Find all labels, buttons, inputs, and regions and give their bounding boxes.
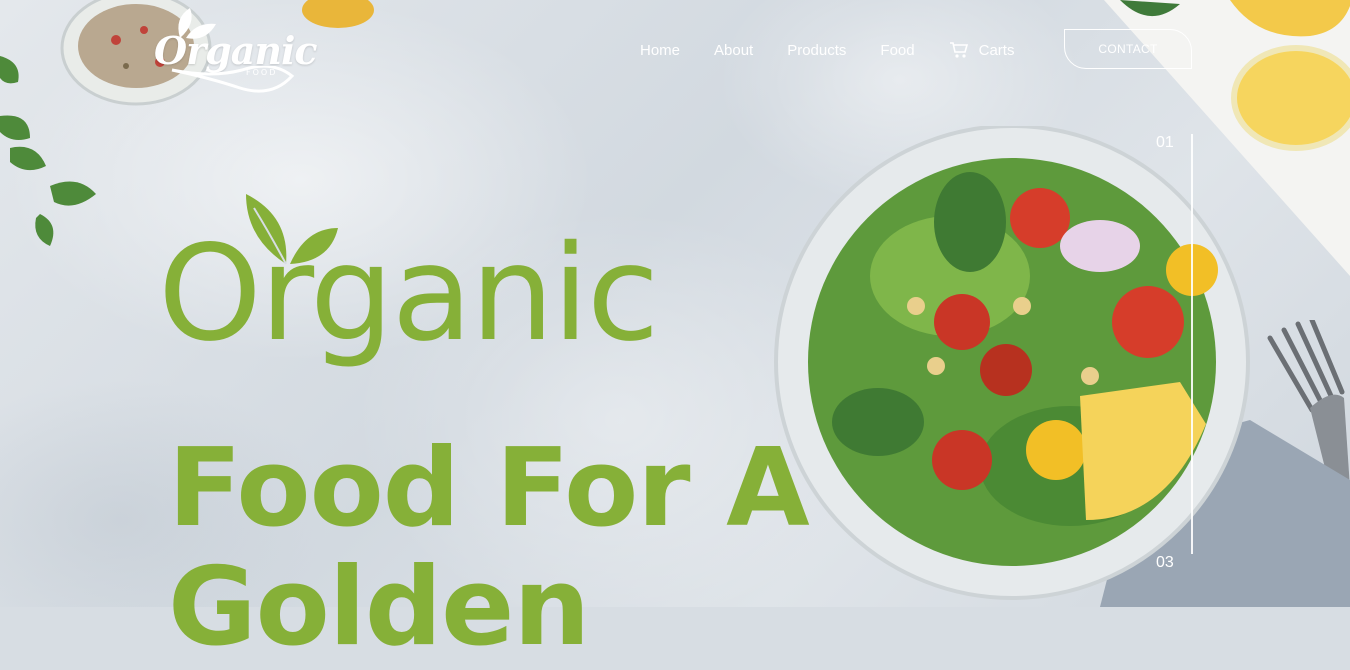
- nav-products[interactable]: Products: [787, 42, 846, 59]
- hero-subtitle: Food For A Golden: [168, 429, 810, 670]
- hero-title: Organic: [158, 217, 659, 371]
- contact-button[interactable]: CONTACT: [1064, 29, 1192, 69]
- parsley-image: [0, 56, 96, 246]
- nav-home[interactable]: Home: [640, 42, 680, 59]
- hero-subtitle-line2: Golden: [168, 544, 590, 670]
- nav-carts[interactable]: Carts: [949, 41, 1015, 59]
- slide-number-first[interactable]: 01: [1156, 134, 1174, 152]
- nav-food[interactable]: Food: [880, 42, 914, 59]
- slide-track: [1191, 134, 1193, 554]
- slide-indicator: 01 03: [1150, 128, 1200, 588]
- logo[interactable]: Organic FOOD: [150, 8, 318, 100]
- slide-number-last[interactable]: 03: [1156, 554, 1174, 572]
- hero-subtitle-line1: Food For A: [168, 426, 810, 551]
- nav-about[interactable]: About: [714, 42, 753, 59]
- swoosh-icon: [171, 66, 295, 93]
- cart-icon: [949, 41, 969, 59]
- nav-carts-label: Carts: [978, 41, 1015, 59]
- main-nav: Home About Products Food Carts: [640, 38, 1048, 62]
